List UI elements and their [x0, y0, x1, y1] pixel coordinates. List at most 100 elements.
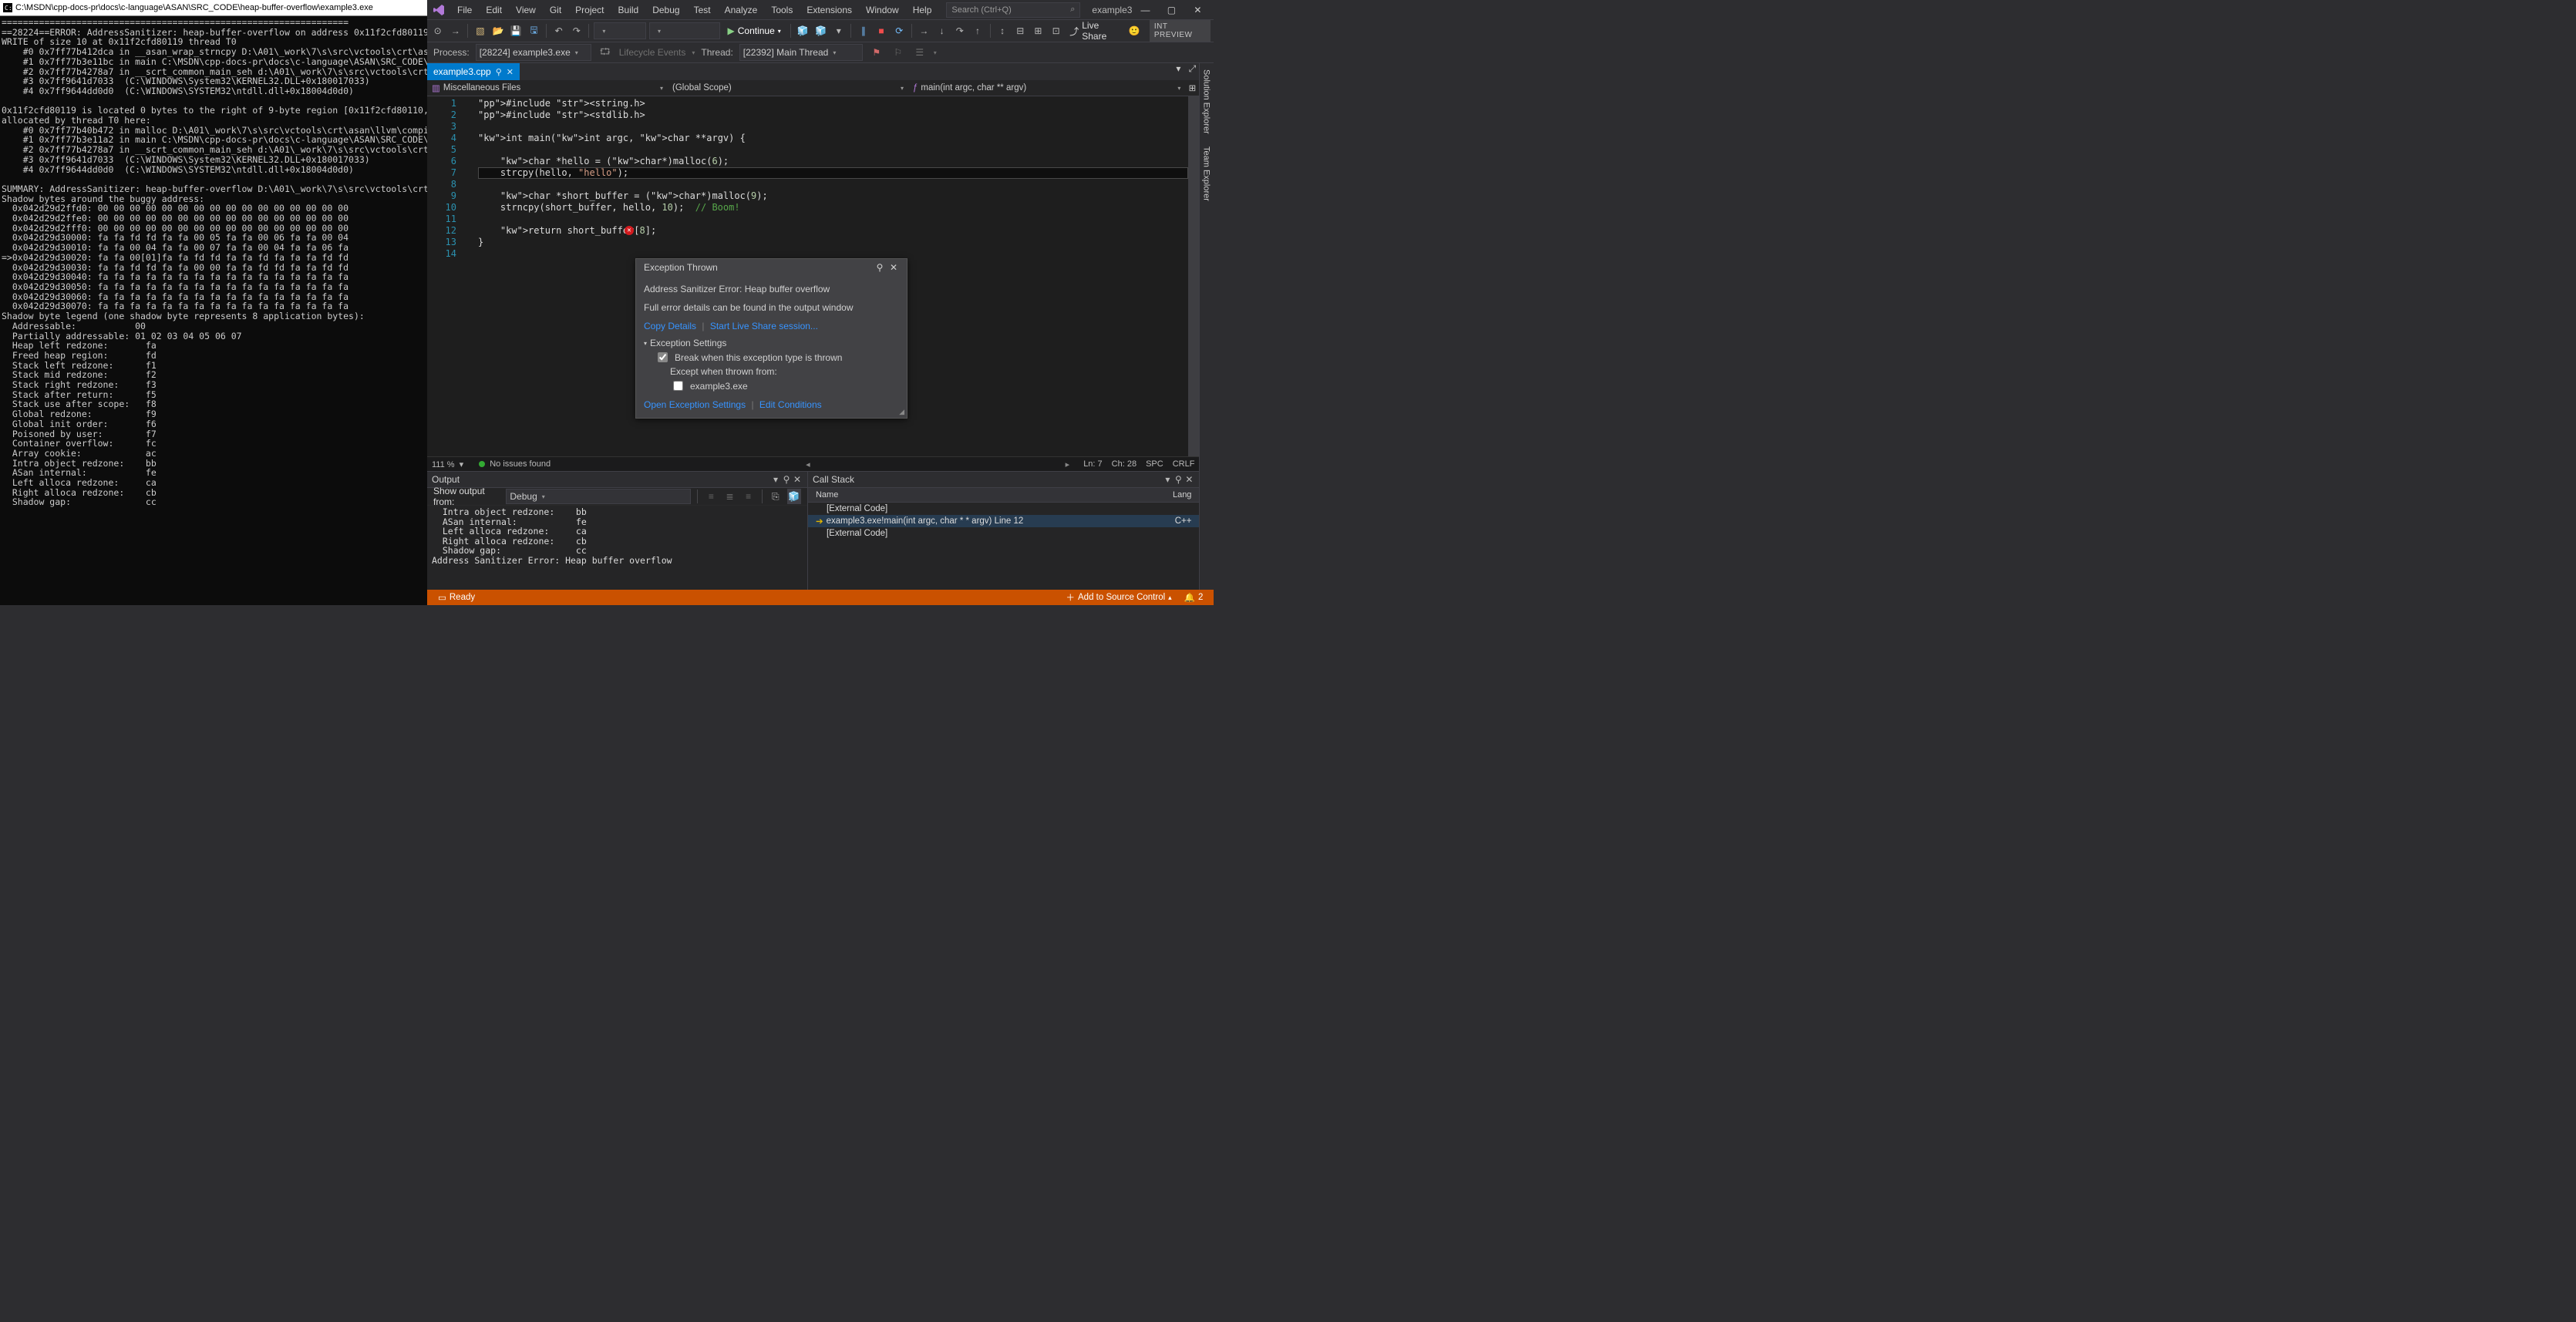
output-toggle-button[interactable]: ≣ — [722, 489, 736, 504]
menu-item-file[interactable]: File — [450, 2, 479, 19]
console-titlebar[interactable]: C:\ C:\MSDN\cpp-docs-pr\docs\c-language\… — [0, 0, 427, 16]
menu-item-project[interactable]: Project — [568, 2, 611, 19]
solution-config-dropdown[interactable]: ▾ — [594, 22, 646, 39]
close-tab-icon[interactable]: ✕ — [507, 67, 514, 77]
menu-item-edit[interactable]: Edit — [479, 2, 509, 19]
menu-item-analyze[interactable]: Analyze — [718, 2, 765, 19]
toggle-button-3[interactable]: ⊞ — [1031, 23, 1046, 39]
error-glyph-icon[interactable]: ✕ — [625, 226, 634, 235]
menu-item-window[interactable]: Window — [859, 2, 906, 19]
lineending-indicator[interactable]: CRLF — [1173, 459, 1195, 469]
nav-scope-dropdown[interactable]: (Global Scope) ▾ — [668, 83, 908, 93]
menu-item-extensions[interactable]: Extensions — [800, 2, 859, 19]
document-tab-example3[interactable]: example3.cpp ⚲ ✕ — [427, 63, 520, 80]
resize-grip-icon[interactable]: ◢ — [899, 408, 904, 416]
nav-back-button[interactable]: ⊙ — [430, 23, 445, 39]
close-button[interactable]: ✕ — [1184, 5, 1211, 15]
break-when-checkbox[interactable] — [658, 352, 668, 362]
close-popup-icon[interactable]: ✕ — [887, 262, 901, 273]
start-live-share-link[interactable]: Start Live Share session... — [710, 321, 818, 331]
minimize-button[interactable]: — — [1132, 5, 1158, 15]
pin-popup-icon[interactable]: ⚲ — [873, 262, 887, 273]
call-stack-header[interactable]: Name Lang — [808, 488, 1199, 503]
split-editor-button[interactable]: ⊞ — [1185, 82, 1199, 93]
exception-settings-header[interactable]: ▾ Exception Settings — [644, 338, 899, 348]
pane-pin-icon[interactable]: ⚲ — [1173, 474, 1184, 485]
process-attach-button[interactable]: 🧊 — [813, 23, 828, 39]
break-all-button[interactable]: ∥ — [856, 23, 870, 39]
call-stack-row[interactable]: ➔example3.exe!main(int argc, char * * ar… — [808, 515, 1199, 527]
feedback-button[interactable]: 🙂 — [1127, 23, 1142, 39]
output-wrap-button[interactable]: ≡ — [742, 489, 756, 504]
call-stack-row[interactable]: [External Code] — [808, 503, 1199, 515]
add-source-control-button[interactable]: ＋ Add to Source Control ▴ — [1060, 591, 1178, 604]
menu-item-build[interactable]: Build — [611, 2, 646, 19]
undo-button[interactable]: ↶ — [551, 23, 566, 39]
pane-options-icon[interactable]: ▾ — [1162, 474, 1173, 485]
except-item-checkbox[interactable] — [673, 381, 683, 391]
thread-only-button[interactable]: ⚐ — [891, 45, 906, 60]
nav-member-dropdown[interactable]: ƒ main(int argc, char ** argv) ▾ — [908, 83, 1185, 93]
step-into-button[interactable]: ↓ — [934, 23, 949, 39]
vs-titlebar[interactable]: FileEditViewGitProjectBuildDebugTestAnal… — [427, 0, 1214, 19]
restart-debug-button[interactable]: ⟳ — [892, 23, 907, 39]
pane-close-icon[interactable]: ✕ — [1184, 474, 1194, 485]
notifications-button[interactable]: 🔔 2 — [1178, 592, 1210, 603]
output-stop-button[interactable]: 🧊 — [787, 489, 801, 504]
solution-explorer-tab[interactable]: Solution Explorer — [1200, 63, 1212, 140]
menu-item-git[interactable]: Git — [543, 2, 568, 19]
tabwell-dropdown[interactable]: ▾ — [1171, 63, 1185, 80]
menu-item-tools[interactable]: Tools — [764, 2, 800, 19]
global-search-input[interactable]: Search (Ctrl+Q) ⌕ — [946, 2, 1080, 18]
pin-icon[interactable]: ⚲ — [496, 67, 502, 77]
redo-button[interactable]: ↷ — [569, 23, 584, 39]
save-button[interactable]: 💾 — [509, 23, 524, 39]
cycle-process-button[interactable]: ⮔ — [598, 45, 613, 60]
indent-indicator[interactable]: SPC — [1146, 459, 1163, 469]
console-output[interactable]: ========================================… — [0, 16, 427, 605]
open-exception-settings-link[interactable]: Open Exception Settings — [644, 399, 746, 410]
pane-pin-icon[interactable]: ⚲ — [781, 474, 792, 485]
output-goto-button[interactable]: ⎘ — [769, 489, 783, 504]
nav-project-dropdown[interactable]: ▥ Miscellaneous Files ▾ — [427, 82, 668, 93]
copy-details-link[interactable]: Copy Details — [644, 321, 696, 331]
pane-options-icon[interactable]: ▾ — [770, 474, 781, 485]
int-preview-badge[interactable]: INT PREVIEW — [1150, 20, 1211, 42]
output-clear-button[interactable]: ≡ — [704, 489, 718, 504]
show-next-statement-button[interactable]: → — [917, 23, 931, 39]
toggle-button-4[interactable]: ⊡ — [1049, 23, 1063, 39]
vertical-scrollbar[interactable] — [1188, 96, 1199, 456]
save-all-button[interactable]: 🖫 — [527, 23, 541, 39]
toggle-button-2[interactable]: ⊟ — [1013, 23, 1028, 39]
process-dropdown[interactable]: [28224] example3.exe▾ — [476, 44, 591, 61]
step-out-button[interactable]: ↑ — [970, 23, 985, 39]
issues-text[interactable]: No issues found — [490, 459, 551, 469]
glyph-margin[interactable] — [466, 96, 478, 456]
output-text[interactable]: Intra object redzone: bb ASan internal: … — [427, 506, 807, 590]
menu-item-test[interactable]: Test — [687, 2, 718, 19]
solution-platform-dropdown[interactable]: ▾ — [649, 22, 720, 39]
zoom-dropdown[interactable]: 111 % ▾ — [432, 459, 463, 469]
threads-dropdown[interactable]: ▾ — [831, 23, 846, 39]
menu-item-view[interactable]: View — [509, 2, 543, 19]
step-over-button[interactable]: ↷ — [952, 23, 967, 39]
call-stack-row[interactable]: [External Code] — [808, 527, 1199, 540]
toggle-button-1[interactable]: ↕ — [995, 23, 1009, 39]
stack-frame-button[interactable]: ☰ — [912, 45, 928, 60]
open-button[interactable]: 📂 — [491, 23, 506, 39]
nav-fwd-button[interactable]: → — [448, 23, 463, 39]
pane-close-icon[interactable]: ✕ — [792, 474, 803, 485]
live-share-button[interactable]: ⤴ Live Share — [1069, 20, 1123, 42]
fullscreen-button[interactable]: ⤢ — [1185, 63, 1199, 80]
menu-item-debug[interactable]: Debug — [645, 2, 686, 19]
maximize-button[interactable]: ▢ — [1158, 5, 1184, 15]
hot-reload-button[interactable]: 🧊 — [796, 23, 810, 39]
stop-debug-button[interactable]: ■ — [874, 23, 888, 39]
thread-dropdown[interactable]: [22392] Main Thread▾ — [739, 44, 863, 61]
edit-conditions-link[interactable]: Edit Conditions — [759, 399, 822, 410]
code-editor[interactable]: 1234567891011121314 "pp">#include "str">… — [427, 96, 1199, 456]
menu-item-help[interactable]: Help — [906, 2, 939, 19]
team-explorer-tab[interactable]: Team Explorer — [1200, 140, 1212, 207]
call-stack-rows[interactable]: [External Code]➔example3.exe!main(int ar… — [808, 503, 1199, 590]
line-indicator[interactable]: Ln: 7 — [1083, 459, 1102, 469]
